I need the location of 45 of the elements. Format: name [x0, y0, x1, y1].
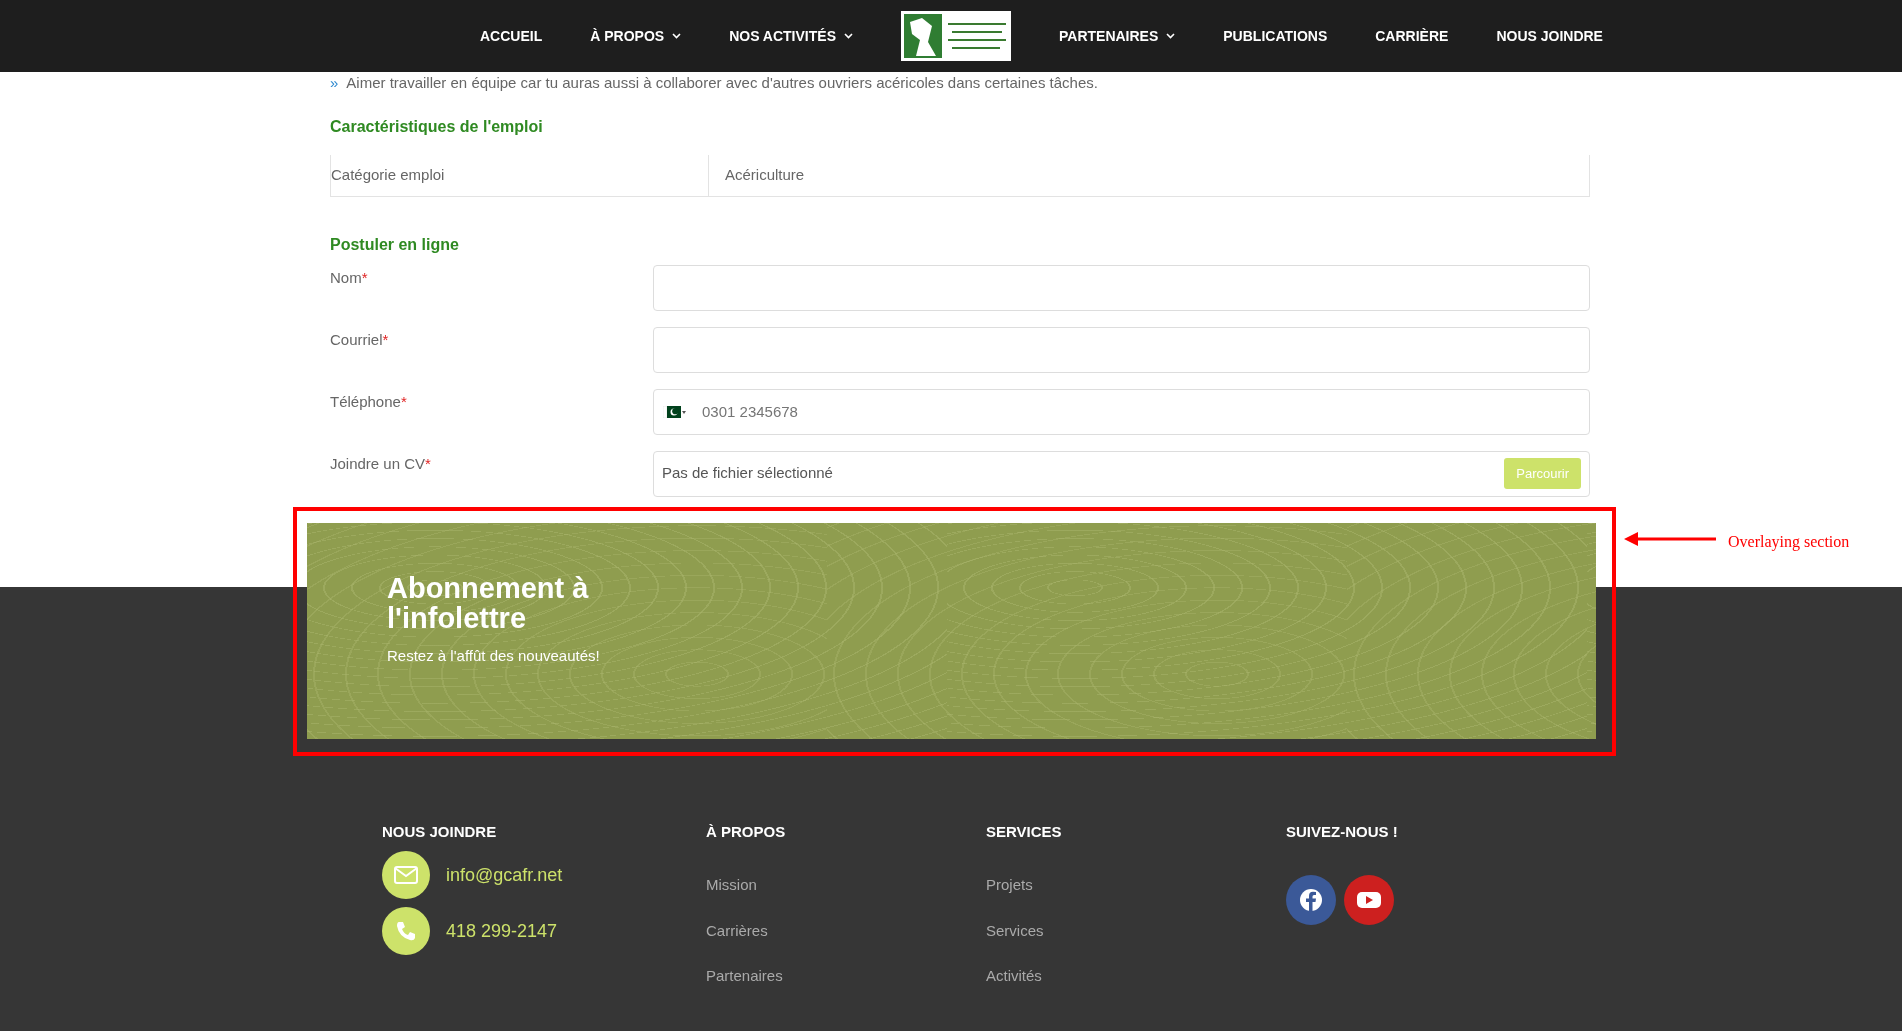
footer-link[interactable]: Mission — [706, 874, 986, 897]
footer-heading: NOUS JOINDRE — [382, 821, 498, 842]
footer-link[interactable]: Projets — [986, 874, 1286, 897]
phone-field[interactable]: 0301 2345678 — [653, 388, 1590, 435]
footer-link[interactable]: Services — [986, 919, 1286, 942]
contact-link[interactable]: info@gcafr.net — [446, 861, 563, 889]
contact-link[interactable]: 418 299-2147 — [446, 917, 558, 945]
nav-link[interactable]: ACCUEIL — [480, 21, 543, 51]
section-heading: Postuler en ligne — [330, 234, 460, 255]
annotation-label: Overlaying section — [1728, 531, 1850, 553]
table-cell-text: Acériculture — [724, 164, 805, 185]
caret-icon — [843, 33, 853, 39]
footer-heading: SERVICES — [986, 821, 1063, 842]
field-label: Courriel* — [330, 329, 390, 350]
nav-link[interactable]: PARTENAIRES — [1058, 21, 1176, 51]
nav-link[interactable]: CARRIÈRE — [1375, 21, 1449, 51]
input-field[interactable] — [653, 326, 1590, 373]
caret-icon — [1166, 33, 1176, 39]
newsletter-title: Abonnement à l'infolettre — [387, 572, 590, 633]
nav-link[interactable]: PUBLICATIONS — [1223, 21, 1328, 51]
bullet-icon: » — [330, 72, 339, 95]
field-label: Joindre un CV* — [330, 453, 432, 474]
field-label: Nom* — [330, 267, 369, 288]
facebook-icon[interactable] — [1286, 875, 1336, 925]
youtube-icon[interactable] — [1344, 875, 1394, 925]
field-label: Téléphone* — [330, 391, 408, 412]
mail-icon — [382, 851, 430, 899]
nav-link[interactable]: À PROPOS — [590, 21, 682, 51]
nav-link[interactable]: NOUS JOINDRE — [1496, 21, 1603, 51]
flag-icon[interactable] — [663, 405, 687, 418]
phone-icon — [382, 907, 430, 955]
footer-link[interactable]: Activités — [986, 965, 1286, 988]
footer-link[interactable]: Carrières — [706, 919, 986, 942]
logo[interactable] — [900, 11, 1011, 61]
footer-heading: SUIVEZ-NOUS ! — [1286, 821, 1399, 842]
footer-link[interactable]: Partenaires — [706, 965, 986, 988]
nav-link[interactable]: NOS ACTIVITÉS — [729, 21, 853, 51]
list-item-text: Aimer travailler en équipe car tu auras aussi à collaborer avec d'autres ouvriers acéricoles dans certaines tâches. — [346, 73, 1098, 93]
newsletter-subtitle: Restez à l'affût des nouveautés! — [387, 645, 601, 666]
input-field[interactable] — [653, 264, 1590, 311]
table-cell-text: Catégorie emploi — [331, 164, 445, 185]
section-heading: Caractéristiques de l'emploi — [330, 116, 544, 137]
footer-heading: À PROPOS — [706, 821, 787, 842]
caret-icon — [672, 33, 682, 39]
file-field[interactable]: Pas de fichier sélectionné Parcourir — [653, 450, 1590, 497]
